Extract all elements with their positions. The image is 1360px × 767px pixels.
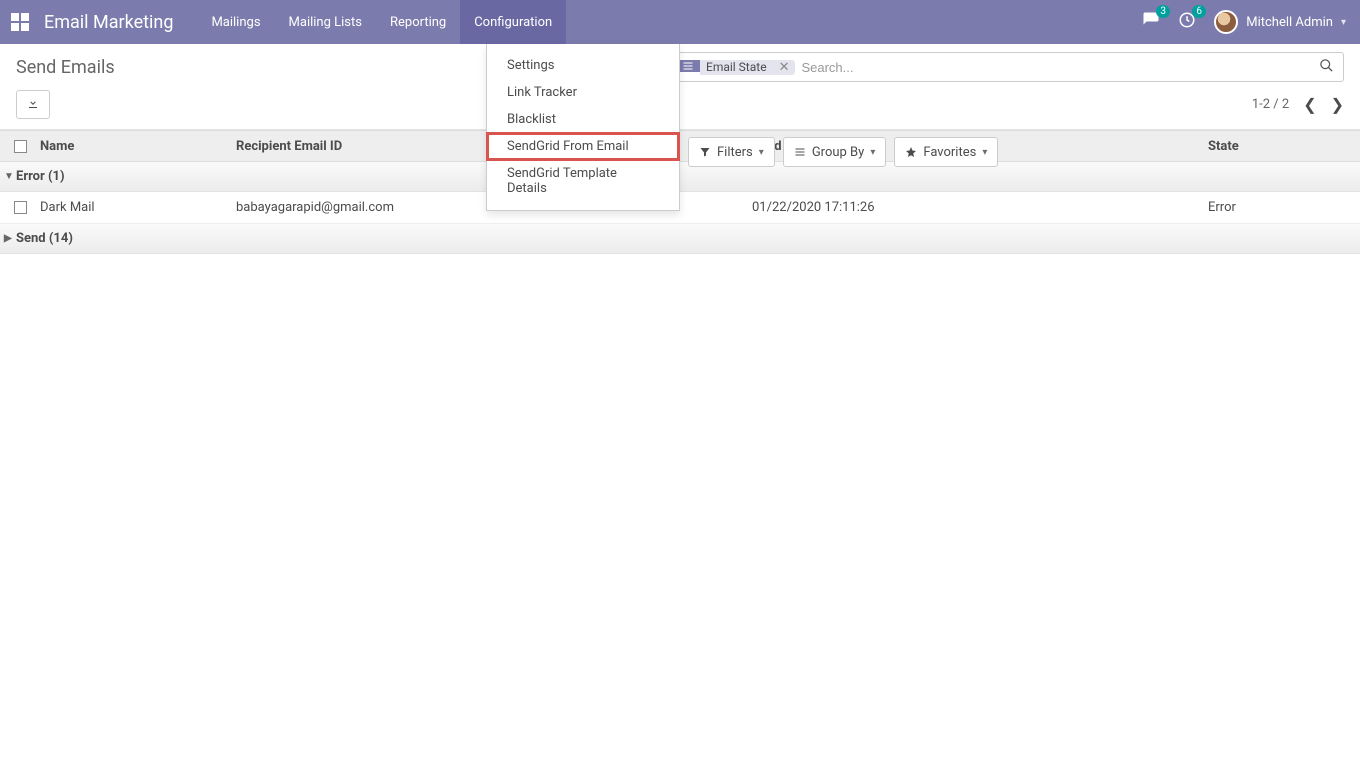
filters-button[interactable]: Filters ▾ — [688, 137, 775, 167]
cp-right-controls: 1-2 / 2 ❮ ❯ — [1252, 95, 1344, 114]
user-menu[interactable]: Mitchell Admin ▾ — [1214, 10, 1346, 34]
search-tool-buttons: Filters ▾ Group By ▾ Favorites ▾ — [688, 137, 998, 167]
dropdown-item-link-tracker[interactable]: Link Tracker — [487, 79, 679, 106]
star-icon — [905, 146, 917, 158]
download-icon — [27, 97, 39, 109]
row-checkbox[interactable] — [14, 201, 27, 214]
dropdown-item-settings[interactable]: Settings — [487, 52, 679, 79]
apps-icon — [11, 13, 29, 31]
facet-remove-button[interactable]: ✕ — [773, 60, 796, 75]
search-icon[interactable] — [1309, 58, 1343, 77]
list-icon — [794, 146, 806, 158]
caret-down-icon: ▾ — [759, 147, 764, 158]
header-checkbox-cell — [0, 140, 40, 153]
menu-reporting[interactable]: Reporting — [376, 0, 460, 44]
caret-down-icon: ▾ — [870, 147, 875, 158]
caret-down-icon: ▾ — [982, 147, 987, 158]
menu-mailings[interactable]: Mailings — [197, 0, 274, 44]
control-panel: Send Emails Email State ✕ Filte — [0, 44, 1360, 130]
messages-button[interactable]: 3 — [1142, 11, 1160, 33]
pager-next[interactable]: ❯ — [1331, 95, 1344, 114]
cell-date: 01/22/2020 17:11:26 — [752, 200, 1208, 215]
pager-prev[interactable]: ❮ — [1303, 95, 1316, 114]
configuration-dropdown: Settings Link Tracker Blacklist SendGrid… — [486, 44, 680, 211]
menu-configuration[interactable]: Configuration — [460, 0, 566, 44]
caret-down-icon: ▾ — [1341, 17, 1346, 28]
header-name[interactable]: Name — [40, 139, 236, 154]
user-name: Mitchell Admin — [1246, 15, 1333, 30]
dropdown-item-blacklist[interactable]: Blacklist — [487, 106, 679, 133]
favorites-label: Favorites — [923, 145, 976, 160]
navbar-right: 3 6 Mitchell Admin ▾ — [1128, 0, 1360, 44]
page-title: Send Emails — [16, 57, 115, 78]
cp-bottom-row: Filters ▾ Group By ▾ Favorites ▾ 1-2 / 2… — [16, 90, 1344, 119]
row-checkbox-cell — [0, 201, 40, 214]
favorites-button[interactable]: Favorites ▾ — [894, 137, 998, 167]
table-row[interactable]: Dark Mail babayagarapid@gmail.com 01/22/… — [0, 192, 1360, 224]
search-input[interactable] — [795, 54, 1309, 80]
app-title[interactable]: Email Marketing — [40, 12, 197, 33]
dropdown-item-sendgrid-from-email[interactable]: SendGrid From Email — [487, 133, 679, 160]
group-row-send[interactable]: ▶ Send (14) — [0, 224, 1360, 254]
top-navbar: Email Marketing Mailings Mailing Lists R… — [0, 0, 1360, 44]
apps-launcher-button[interactable] — [0, 0, 40, 44]
cp-buttons-left — [16, 90, 50, 119]
navbar-left: Email Marketing Mailings Mailing Lists R… — [0, 0, 566, 44]
select-all-checkbox[interactable] — [14, 140, 27, 153]
chevron-down-icon: ▼ — [4, 171, 14, 182]
search-bar[interactable]: Email State ✕ — [672, 52, 1344, 82]
funnel-icon — [699, 146, 711, 158]
groupby-button[interactable]: Group By ▾ — [783, 137, 887, 167]
main-menu: Mailings Mailing Lists Reporting Configu… — [197, 0, 566, 44]
groupby-label: Group By — [812, 145, 865, 160]
cell-name: Dark Mail — [40, 200, 236, 215]
activities-button[interactable]: 6 — [1178, 11, 1196, 33]
download-button[interactable] — [16, 90, 50, 119]
activities-count-badge: 6 — [1192, 5, 1206, 18]
avatar — [1214, 10, 1238, 34]
cp-top-row: Send Emails Email State ✕ — [16, 52, 1344, 82]
group-label: Send (14) — [16, 231, 73, 246]
group-row-error[interactable]: ▼ Error (1) — [0, 162, 1360, 192]
table-header: Name Recipient Email ID Send Date State — [0, 130, 1360, 162]
pager: 1-2 / 2 ❮ ❯ — [1252, 95, 1344, 114]
group-label: Error (1) — [16, 169, 65, 184]
chevron-right-icon: ▶ — [4, 233, 14, 244]
messages-count-badge: 3 — [1156, 5, 1170, 18]
header-state[interactable]: State — [1208, 139, 1360, 154]
cell-state: Error — [1208, 200, 1360, 215]
search-facet-email-state: Email State ✕ — [676, 60, 795, 75]
pager-arrows: ❮ ❯ — [1303, 95, 1344, 114]
filters-label: Filters — [717, 145, 753, 160]
pager-text[interactable]: 1-2 / 2 — [1252, 97, 1289, 112]
menu-mailing-lists[interactable]: Mailing Lists — [275, 0, 376, 44]
facet-label: Email State — [700, 60, 773, 75]
dropdown-item-sendgrid-template-details[interactable]: SendGrid Template Details — [487, 160, 679, 202]
